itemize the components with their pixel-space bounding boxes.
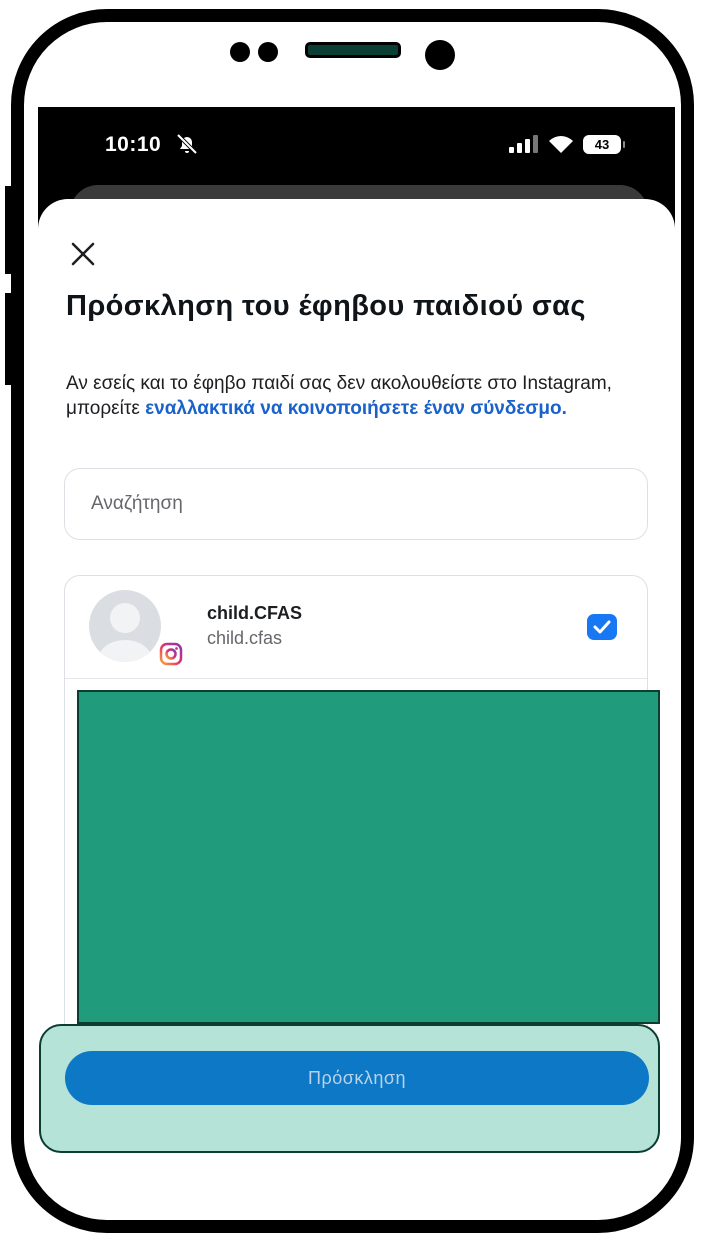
- account-handle: child.cfas: [207, 628, 283, 648]
- phone-side-button: [5, 293, 15, 385]
- list-item[interactable]: child.CFAS child.cfas: [65, 576, 647, 679]
- account-name: child.CFAS: [207, 603, 303, 623]
- wifi-icon: [549, 136, 573, 153]
- camera-dot: [230, 42, 250, 62]
- phone-side-button: [5, 186, 15, 274]
- close-icon[interactable]: [68, 239, 98, 269]
- share-link[interactable]: εναλλακτικά να κοινοποιήσετε έναν σύνδεσ…: [145, 398, 567, 419]
- avatar: [89, 590, 161, 662]
- status-indicators: 43: [509, 134, 625, 154]
- redaction-overlay: [77, 690, 660, 1024]
- search-box[interactable]: [64, 468, 648, 540]
- camera-dot: [258, 42, 278, 62]
- bell-slash-icon: [176, 133, 198, 155]
- footer-highlight: Πρόσκληση: [39, 1024, 660, 1153]
- battery-icon: 43: [583, 134, 625, 154]
- invite-button[interactable]: Πρόσκληση: [65, 1051, 649, 1105]
- signal-icon: [509, 135, 538, 153]
- checkbox-checked-icon[interactable]: [587, 614, 617, 640]
- search-input[interactable]: [65, 469, 647, 539]
- status-bar: 10:10 43: [38, 107, 675, 197]
- front-camera: [425, 40, 455, 70]
- status-time: 10:10: [105, 133, 162, 156]
- speaker-grille: [305, 42, 401, 58]
- instagram-icon: [158, 641, 184, 667]
- page-title: Πρόσκληση του έφηβου παιδιού σας: [66, 290, 586, 322]
- description: Αν εσείς και το έφηβο παιδί σας δεν ακολ…: [66, 371, 656, 421]
